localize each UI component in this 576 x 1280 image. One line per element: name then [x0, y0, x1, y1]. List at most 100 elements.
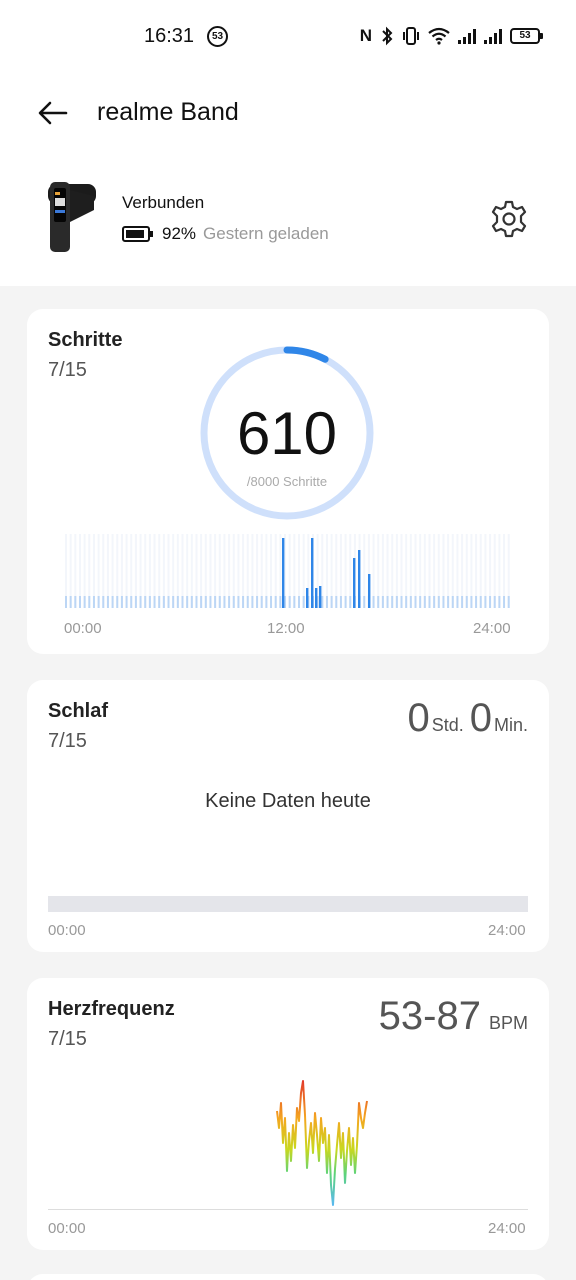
steps-bar-tick — [484, 596, 487, 608]
steps-bar-tick — [447, 596, 450, 608]
battery-line: 92% Gestern geladen — [122, 224, 329, 244]
steps-bar-tick — [270, 596, 273, 608]
steps-axis-start: 00:00 — [64, 620, 102, 637]
steps-value: 610 — [236, 400, 338, 467]
steps-bar-tick — [232, 596, 235, 608]
sleep-timeline-bar — [48, 896, 528, 912]
steps-bar-tick — [78, 596, 81, 608]
steps-bar-tick — [479, 596, 482, 608]
steps-bar-tick — [437, 596, 440, 608]
band-image[interactable] — [46, 182, 98, 254]
heart-rate-title: Herzfrequenz — [48, 998, 175, 1020]
heart-rate-value: 53-87 — [378, 994, 481, 1038]
steps-axis-end: 24:00 — [473, 620, 511, 637]
steps-bar-tick — [265, 596, 268, 608]
steps-bar-tick — [153, 596, 156, 608]
steps-card[interactable]: Schritte 7/15 610 /8000 Schritte 00:00 1… — [27, 309, 549, 654]
steps-bar-tick — [200, 596, 203, 608]
steps-bar-tick — [498, 596, 501, 608]
steps-bar-tick — [423, 596, 426, 608]
steps-axis-mid: 12:00 — [267, 620, 305, 637]
status-bar: 16:31 53 N 53 — [0, 0, 576, 72]
steps-bar-tick — [190, 596, 193, 608]
steps-title: Schritte — [48, 329, 123, 351]
steps-bar-tick — [302, 596, 305, 608]
steps-bar-tick — [69, 596, 72, 608]
heart-rate-chart — [276, 1080, 368, 1206]
sleep-minutes: 0 — [469, 696, 492, 740]
steps-bar-tick — [218, 596, 221, 608]
steps-activity-bar — [368, 574, 371, 608]
charge-info: Gestern geladen — [203, 224, 329, 243]
steps-bar-tick — [503, 596, 506, 608]
steps-bar-tick — [167, 596, 170, 608]
steps-bar-tick — [330, 596, 333, 608]
steps-bar-tick — [507, 596, 510, 608]
steps-activity-bar — [311, 538, 314, 608]
steps-bar-tick — [298, 596, 300, 608]
steps-bar-tick — [461, 596, 464, 608]
steps-bar-tick — [251, 596, 254, 608]
steps-bar-tick — [409, 596, 412, 608]
back-arrow-icon[interactable] — [36, 96, 70, 130]
signal-icon-1 — [458, 28, 476, 44]
sleep-card[interactable]: Schlaf 7/15 0 Std. 0 Min. Keine Daten he… — [27, 680, 549, 952]
steps-bar-tick — [134, 596, 137, 608]
steps-bar-tick — [158, 596, 161, 608]
next-card[interactable] — [27, 1274, 549, 1280]
steps-bar-tick — [209, 596, 212, 608]
steps-bar-tick — [288, 596, 291, 608]
sleep-hours: 0 — [407, 696, 430, 740]
steps-bar-tick — [237, 596, 240, 608]
steps-bar-tick — [321, 596, 324, 608]
heart-rate-card[interactable]: Herzfrequenz 7/15 53-87 BPM 00:00 24:00 — [27, 978, 549, 1250]
heart-rate-range: 53-87 BPM — [379, 994, 528, 1039]
steps-bar-chart — [65, 534, 510, 608]
steps-activity-bar — [353, 558, 356, 608]
vibrate-icon — [403, 27, 419, 45]
wifi-icon — [428, 27, 450, 45]
steps-activity-bar — [306, 588, 309, 608]
steps-bar-tick — [106, 596, 109, 608]
steps-bar-tick — [419, 596, 422, 608]
steps-goal: /8000 Schritte — [246, 474, 328, 489]
steps-bar-tick — [386, 596, 389, 608]
gear-icon[interactable] — [489, 199, 529, 239]
steps-bar-tick — [395, 596, 398, 608]
bluetooth-icon — [382, 26, 393, 46]
steps-bar-tick — [246, 596, 249, 608]
steps-bar-tick — [489, 596, 492, 608]
page-title: realme Band — [97, 98, 239, 126]
steps-bar-tick — [400, 596, 403, 608]
steps-bar-tick — [279, 596, 282, 608]
steps-activity-bar — [319, 586, 322, 608]
steps-bar-tick — [148, 596, 151, 608]
steps-bar-tick — [139, 596, 142, 608]
steps-bar-tick — [325, 596, 328, 608]
steps-activity-bar — [282, 538, 285, 608]
steps-bar-tick — [414, 596, 417, 608]
steps-bar-tick — [172, 596, 175, 608]
steps-bar-tick — [176, 596, 179, 608]
sleep-title: Schlaf — [48, 700, 109, 722]
steps-bar-tick — [372, 596, 375, 608]
heart-rate-date: 7/15 — [48, 1028, 87, 1050]
nfc-icon: N — [359, 26, 372, 45]
steps-bar-tick — [377, 596, 380, 608]
steps-bar-tick — [120, 596, 123, 608]
steps-bar-tick — [335, 596, 338, 608]
steps-bar-tick — [405, 596, 408, 608]
steps-bar-tick — [111, 596, 114, 608]
device-battery-icon — [122, 226, 153, 242]
heart-rate-unit: BPM — [488, 1013, 528, 1033]
steps-activity-bar — [315, 588, 318, 608]
steps-bar-tick — [130, 596, 133, 608]
steps-bar-tick — [144, 596, 147, 608]
status-icons: N 53 — [359, 24, 543, 48]
heart-rate-baseline — [48, 1209, 528, 1210]
steps-bar-tick — [391, 596, 394, 608]
notification-count-badge: 53 — [207, 26, 228, 47]
steps-bar-tick — [349, 596, 352, 608]
sleep-hours-unit: Std. — [431, 715, 464, 735]
steps-bar-tick — [195, 596, 198, 608]
